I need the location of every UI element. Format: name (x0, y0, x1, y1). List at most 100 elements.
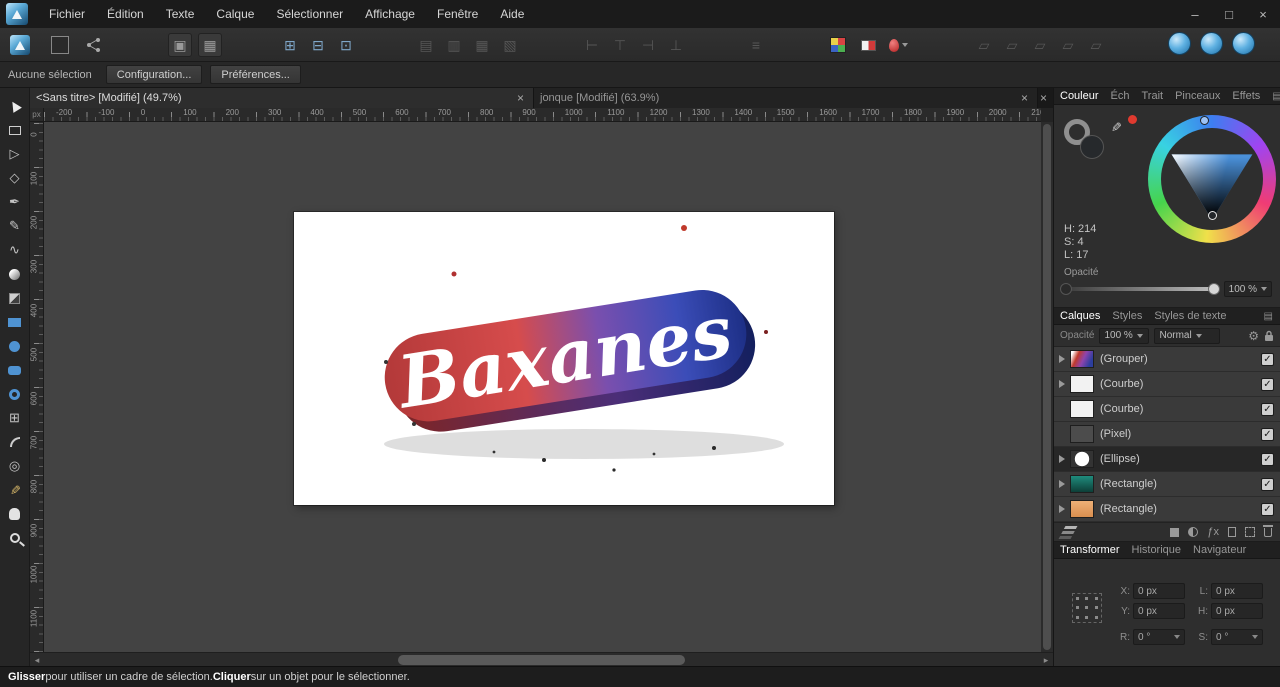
blue-sphere-icon-2[interactable] (1200, 32, 1223, 55)
close-button[interactable]: × (1246, 0, 1280, 28)
align-right-icon[interactable]: ⊣ (636, 33, 660, 57)
preferences-button[interactable]: Préférences... (210, 65, 300, 84)
history-undo-icon[interactable]: ▱ (972, 33, 996, 57)
color-eyedropper-icon[interactable]: ✎ (1107, 122, 1123, 133)
rectangle-tool[interactable] (3, 312, 27, 332)
lock-icon[interactable] (1264, 330, 1274, 342)
menu-fichier[interactable]: Fichier (38, 0, 96, 28)
menu-affichage[interactable]: Affichage (354, 0, 426, 28)
scroll-right-icon[interactable]: ▸ (1039, 653, 1053, 667)
visibility-checkbox[interactable] (1261, 403, 1274, 416)
visibility-checkbox[interactable] (1261, 503, 1274, 516)
tab-navigateur[interactable]: Navigateur (1193, 544, 1246, 556)
align-left-icon[interactable]: ⊢ (580, 33, 604, 57)
hue-wheel[interactable] (1148, 115, 1276, 243)
tab-styles[interactable]: Styles (1112, 310, 1142, 322)
blend-gear-icon[interactable]: ⚙ (1248, 329, 1259, 343)
tab-echantillons[interactable]: Éch (1111, 90, 1130, 102)
expand-arrow-icon[interactable] (1054, 505, 1070, 513)
place-image-button[interactable]: ▦ (198, 33, 222, 57)
snapping-toggle-icon[interactable]: ⊞ (278, 33, 302, 57)
ellipse-tool[interactable] (3, 336, 27, 356)
donut-tool[interactable] (3, 384, 27, 404)
blend-mode-dropdown[interactable]: Normal (1154, 328, 1220, 344)
tab-bar-close-icon[interactable]: × (1040, 91, 1047, 105)
visibility-checkbox[interactable] (1261, 378, 1274, 391)
panel-menu-icon[interactable]: ▤ (1272, 91, 1280, 102)
tab-historique[interactable]: Historique (1132, 544, 1182, 556)
color-picker-tool[interactable]: ✎ (3, 480, 27, 500)
rotation-input[interactable]: 0 ° (1133, 629, 1185, 645)
mask-layer-icon[interactable] (1170, 528, 1179, 537)
artboard[interactable]: Baxanes (294, 212, 834, 505)
layers-stack-icon[interactable] (1064, 526, 1078, 529)
view-tool[interactable] (3, 504, 27, 524)
visibility-checkbox[interactable] (1261, 428, 1274, 441)
menu-fenetre[interactable]: Fenêtre (426, 0, 489, 28)
layer-row-ellipse[interactable]: (Ellipse) (1054, 447, 1280, 472)
pencil-tool[interactable]: ✎ (3, 216, 27, 236)
horizontal-scrollbar-thumb[interactable] (398, 655, 684, 665)
recent-color-dot[interactable] (1128, 115, 1137, 124)
history-redo-icon[interactable]: ▱ (1000, 33, 1024, 57)
designer-persona-icon[interactable] (8, 33, 32, 57)
new-layer-icon[interactable] (1228, 527, 1236, 537)
minimize-button[interactable]: – (1178, 0, 1212, 28)
rotate-left-icon[interactable]: ▱ (1028, 33, 1052, 57)
move-tool[interactable] (3, 96, 27, 116)
layer-row-rectangle-1[interactable]: (Rectangle) (1054, 472, 1280, 497)
zoom-fit-icon[interactable]: ▱ (1084, 33, 1108, 57)
menu-aide[interactable]: Aide (489, 0, 535, 28)
tab-transformer[interactable]: Transformer (1060, 544, 1120, 556)
tab-close-icon[interactable]: × (1018, 91, 1031, 105)
configuration-button[interactable]: Configuration... (106, 65, 203, 84)
point-transform-tool[interactable]: ◇ (3, 168, 27, 188)
tab-close-icon[interactable]: × (514, 91, 527, 105)
visibility-checkbox[interactable] (1261, 453, 1274, 466)
tab-styles-de-texte[interactable]: Styles de texte (1154, 310, 1226, 322)
snapping-candidates-icon[interactable]: ⊟ (306, 33, 330, 57)
layer-row-pixel[interactable]: (Pixel) (1054, 422, 1280, 447)
menu-edition[interactable]: Édition (96, 0, 155, 28)
horizontal-scrollbar[interactable]: ◂ ▸ (30, 652, 1053, 666)
opacity-slider[interactable] (1064, 287, 1216, 291)
adjustment-layer-icon[interactable] (1188, 527, 1198, 537)
y-input[interactable]: 0 px (1133, 603, 1185, 619)
menu-selectionner[interactable]: Sélectionner (265, 0, 354, 28)
vertical-scrollbar[interactable] (1041, 122, 1053, 652)
menu-calque[interactable]: Calque (205, 0, 265, 28)
rotate-right-icon[interactable]: ▱ (1056, 33, 1080, 57)
swatches-grid-icon[interactable] (826, 33, 850, 57)
layer-row-grouper[interactable]: (Grouper) (1054, 347, 1280, 372)
distribute-icon[interactable]: ≡ (744, 33, 768, 57)
tab-couleur[interactable]: Couleur (1060, 90, 1099, 102)
snapshot-flag-icon[interactable] (856, 33, 880, 57)
arrange-back-icon[interactable]: ▤ (414, 33, 438, 57)
width-input[interactable]: 0 px (1211, 583, 1263, 599)
x-input[interactable]: 0 px (1133, 583, 1185, 599)
node-tool[interactable]: ▷ (3, 144, 27, 164)
visibility-checkbox[interactable] (1261, 478, 1274, 491)
layers-opacity-dropdown[interactable]: 100 % (1099, 328, 1149, 344)
maximize-button[interactable]: □ (1212, 0, 1246, 28)
artboard-tool[interactable] (3, 120, 27, 140)
document-tab-sans-titre[interactable]: <Sans titre> [Modifié] (49.7%) × (30, 88, 534, 108)
vector-brush-tool[interactable]: ∿ (3, 240, 27, 260)
blue-sphere-icon-3[interactable] (1232, 32, 1255, 55)
delete-layer-icon[interactable] (1264, 528, 1272, 537)
fill-gradient-tool[interactable] (3, 264, 27, 284)
opacity-value-dropdown[interactable]: 100 % (1224, 281, 1272, 297)
snapping-grid-icon[interactable]: ⊡ (334, 33, 358, 57)
transparency-tool[interactable] (3, 288, 27, 308)
opacity-slider-knob[interactable] (1208, 283, 1220, 295)
arrange-forward-icon[interactable]: ▦ (470, 33, 494, 57)
menu-texte[interactable]: Texte (155, 0, 206, 28)
canvas-viewport[interactable]: Baxanes (44, 122, 1041, 652)
fill-swatch[interactable] (1080, 135, 1104, 159)
tab-pinceaux[interactable]: Pinceaux (1175, 90, 1220, 102)
align-bottom-icon[interactable]: ⊥ (664, 33, 688, 57)
layer-row-courbe-2[interactable]: (Courbe) (1054, 397, 1280, 422)
height-input[interactable]: 0 px (1211, 603, 1263, 619)
layer-effects-icon[interactable]: ƒx (1207, 526, 1219, 538)
fill-color-icon[interactable] (886, 33, 910, 57)
